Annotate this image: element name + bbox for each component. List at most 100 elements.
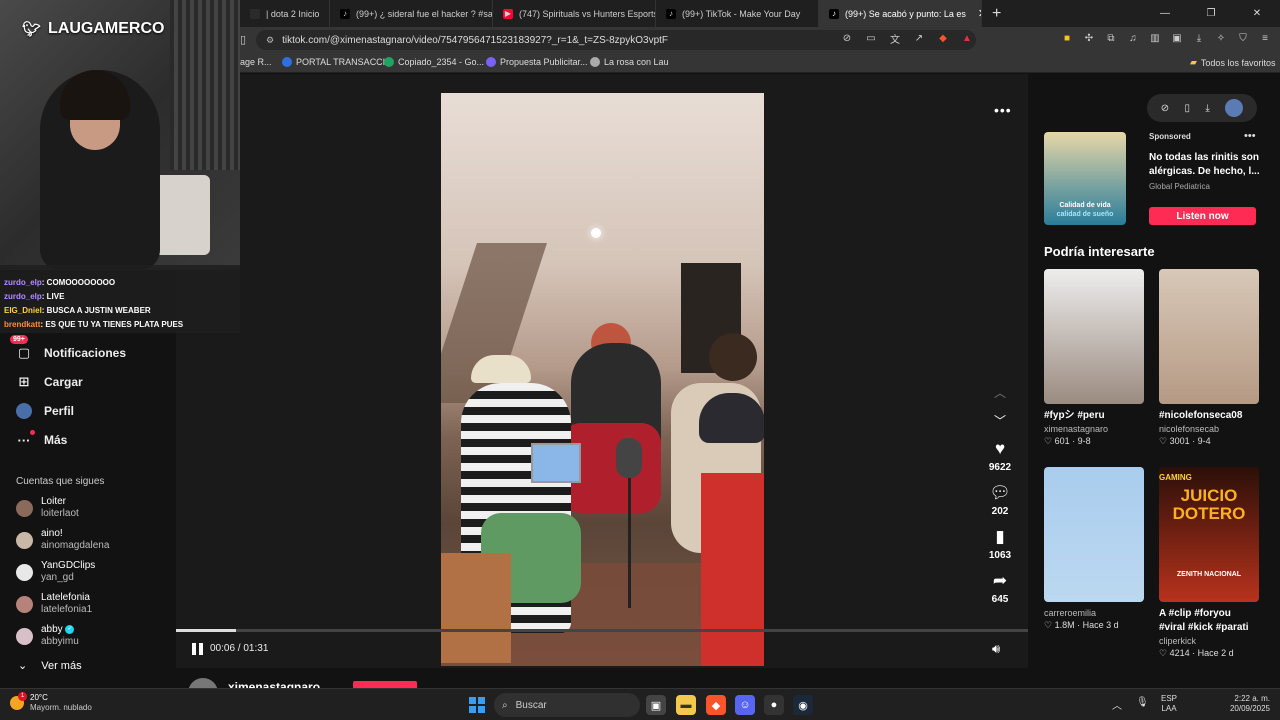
- language-indicator[interactable]: ESP LAA: [1161, 694, 1177, 714]
- compass-icon[interactable]: ⊘: [1161, 103, 1169, 114]
- bookmark-item[interactable]: age R...: [240, 57, 272, 67]
- bookmark-icon: [486, 57, 496, 67]
- url-actions: ⊘ ▭ 文 ↗ ◆ ▲: [840, 31, 974, 46]
- previous-video-icon[interactable]: ︿: [994, 384, 1006, 401]
- steam-icon[interactable]: ◉: [793, 695, 813, 715]
- upload-icon: ⊞: [18, 374, 30, 389]
- extension-icon[interactable]: ■: [1060, 31, 1074, 45]
- chat-message: brendkatt: ES QUE TU YA TIENES PLATA PUE…: [4, 320, 184, 329]
- nav-upload[interactable]: ⊞ Cargar: [16, 374, 83, 390]
- bookmark-item[interactable]: La rosa con Lau: [590, 57, 669, 67]
- avatar: [16, 595, 33, 613]
- task-view-icon[interactable]: ▣: [646, 695, 666, 715]
- video-frame[interactable]: [441, 93, 764, 666]
- close-window-icon[interactable]: ✕: [1234, 0, 1280, 27]
- share-button[interactable]: ➦ 645: [978, 571, 1022, 605]
- maximize-icon[interactable]: ❐: [1188, 0, 1234, 27]
- file-explorer-icon[interactable]: ▬: [676, 695, 696, 715]
- section-title: Podría interesarte: [1044, 244, 1155, 259]
- recommended-video[interactable]: #nicolefonseca08 nicolefonsecab ♡ 3001 · 9…: [1159, 269, 1259, 447]
- recommended-video[interactable]: GAMING JUICIO DOTERO ZENITH NACIONAL A #cli…: [1159, 467, 1259, 659]
- weather-widget[interactable]: 1 20°C Mayorm. nublado: [10, 692, 92, 713]
- download-icon[interactable]: ⤓: [1192, 31, 1206, 45]
- comment-icon: 💬︎: [989, 483, 1011, 502]
- app-icon[interactable]: ●: [764, 695, 784, 715]
- browser-tab[interactable]: ▶ (747) Spirituals vs Hunters Esports | C: [493, 0, 656, 27]
- listen-now-button[interactable]: Listen now: [1149, 207, 1256, 225]
- ad-title[interactable]: No todas las rinitis son alérgicas. De h…: [1149, 151, 1264, 179]
- windows-start-icon[interactable]: [469, 697, 485, 713]
- site-info-icon[interactable]: ⚙: [266, 35, 274, 46]
- sidebar-toggle-icon[interactable]: ▯: [240, 33, 246, 46]
- sidebar-icon[interactable]: ▥: [1148, 31, 1162, 45]
- nav-profile[interactable]: Perfil: [16, 403, 74, 419]
- save-button[interactable]: ▮ 1063: [978, 527, 1022, 561]
- system-tray: ︿ 🎙︎: [1112, 697, 1149, 712]
- recommended-video[interactable]: #fypシ #peru ximenastagnaro ♡ 601 · 9-8: [1044, 269, 1144, 447]
- recommended-video[interactable]: carreroemilia ♡ 1.8M · Hace 3 d: [1044, 467, 1144, 631]
- bookmark-item[interactable]: PORTAL TRANSACCI...: [282, 57, 393, 67]
- puzzle-icon[interactable]: ✣: [1082, 31, 1096, 45]
- window-controls: — ❐ ✕: [1142, 0, 1280, 27]
- followed-account[interactable]: abby ✓ abbyimu: [16, 624, 79, 648]
- like-button[interactable]: ♥ 9622: [978, 439, 1022, 473]
- followed-account[interactable]: Latelefonia latelefonia1: [16, 592, 92, 616]
- tab-label: (99+) ¿ sideral fue el hacker ? #sandra: [356, 8, 493, 19]
- browser-tab[interactable]: ♪(99+) Se acabó y punto: La es✕: [819, 0, 982, 27]
- bookmark-icon: [384, 57, 394, 67]
- no-tracking-icon[interactable]: ⊘: [840, 31, 854, 45]
- browser-tab[interactable]: ♪ (99+) TikTok - Make Your Day: [656, 0, 819, 27]
- taskbar-search[interactable]: ⌕ Buscar: [494, 693, 640, 717]
- clock[interactable]: 2:22 a. m. 20/09/2025: [1198, 694, 1270, 714]
- avatar: [16, 403, 32, 419]
- followed-account[interactable]: Loiter loiterlaot: [16, 496, 79, 520]
- tab-favicon-icon: [250, 8, 260, 19]
- ad-thumbnail[interactable]: Calidad de vida calidad de sueño: [1044, 132, 1126, 225]
- menu-icon[interactable]: ≡: [1258, 31, 1272, 45]
- nav-notifications[interactable]: ▢ 99+ Notificaciones: [10, 335, 126, 361]
- playback-time: 00:06 / 01:31: [210, 643, 269, 654]
- brave-shield-icon[interactable]: ◆: [936, 31, 950, 45]
- download-app-icon[interactable]: ⤓: [1205, 103, 1209, 114]
- share-icon[interactable]: ↗: [912, 31, 926, 45]
- chevron-up-icon[interactable]: ︿: [1112, 697, 1122, 712]
- browser-tab[interactable]: ♪ (99+) ¿ sideral fue el hacker ? #sandra: [330, 0, 493, 27]
- notifications-icon: ▢ 99+: [10, 335, 32, 361]
- screenshot-icon[interactable]: ⧉: [1104, 31, 1118, 45]
- more-options-icon[interactable]: •••: [994, 102, 1012, 118]
- volume-icon[interactable]: 🔊︎: [992, 641, 1000, 657]
- chat-message: zurdo_elp: COMOOOOOOOO: [4, 278, 116, 287]
- brave-icon[interactable]: ◆: [706, 695, 726, 715]
- translate-icon[interactable]: 文: [888, 31, 902, 46]
- nav-more[interactable]: ··· Más: [16, 430, 67, 448]
- phone-icon[interactable]: ▯: [1185, 103, 1191, 114]
- tab-favicon-icon: ♪: [829, 8, 839, 19]
- top-actions: ⊘ ▯ ⤓: [1147, 94, 1257, 122]
- brave-rewards-icon[interactable]: ▲: [960, 31, 974, 45]
- comment-button[interactable]: 💬︎ 202: [978, 483, 1022, 517]
- see-more-button[interactable]: ⌄ Ver más: [18, 659, 82, 673]
- leo-icon[interactable]: ✧: [1214, 31, 1228, 45]
- bookmark-item[interactable]: Propuesta Publicitar...: [486, 57, 588, 67]
- discord-icon[interactable]: ☺: [735, 695, 755, 715]
- browser-tab[interactable]: | dota 2 Inicio: [240, 0, 330, 27]
- cast-icon[interactable]: ▭: [864, 31, 878, 45]
- minimize-icon[interactable]: —: [1142, 0, 1188, 27]
- new-tab-button[interactable]: +: [982, 5, 1011, 23]
- wallet-icon[interactable]: ▣: [1170, 31, 1184, 45]
- progress-bar[interactable]: [176, 629, 1028, 632]
- avatar[interactable]: [1225, 99, 1244, 117]
- followed-account[interactable]: aino! ainomagdalena: [16, 528, 109, 552]
- tab-favicon-icon: ♪: [340, 8, 350, 19]
- all-bookmarks[interactable]: ▰ Todos los favoritos: [1190, 57, 1275, 68]
- ad-more-icon[interactable]: •••: [1244, 130, 1256, 142]
- pause-icon[interactable]: [192, 643, 204, 655]
- microphone-icon[interactable]: 🎙︎: [1136, 697, 1149, 712]
- chevron-down-icon: ⌄: [18, 660, 28, 672]
- vpn-icon[interactable]: ⛉: [1236, 31, 1250, 45]
- next-video-icon[interactable]: ﹀: [994, 412, 1006, 429]
- right-panel: ⊘ ▯ ⤓ Calidad de vida calidad de sueño Sp…: [1028, 74, 1280, 688]
- music-icon[interactable]: ♫: [1126, 31, 1140, 45]
- followed-account[interactable]: YanGDClips yan_gd: [16, 560, 95, 584]
- bookmark-item[interactable]: Copiado_2354 - Go...: [384, 57, 484, 67]
